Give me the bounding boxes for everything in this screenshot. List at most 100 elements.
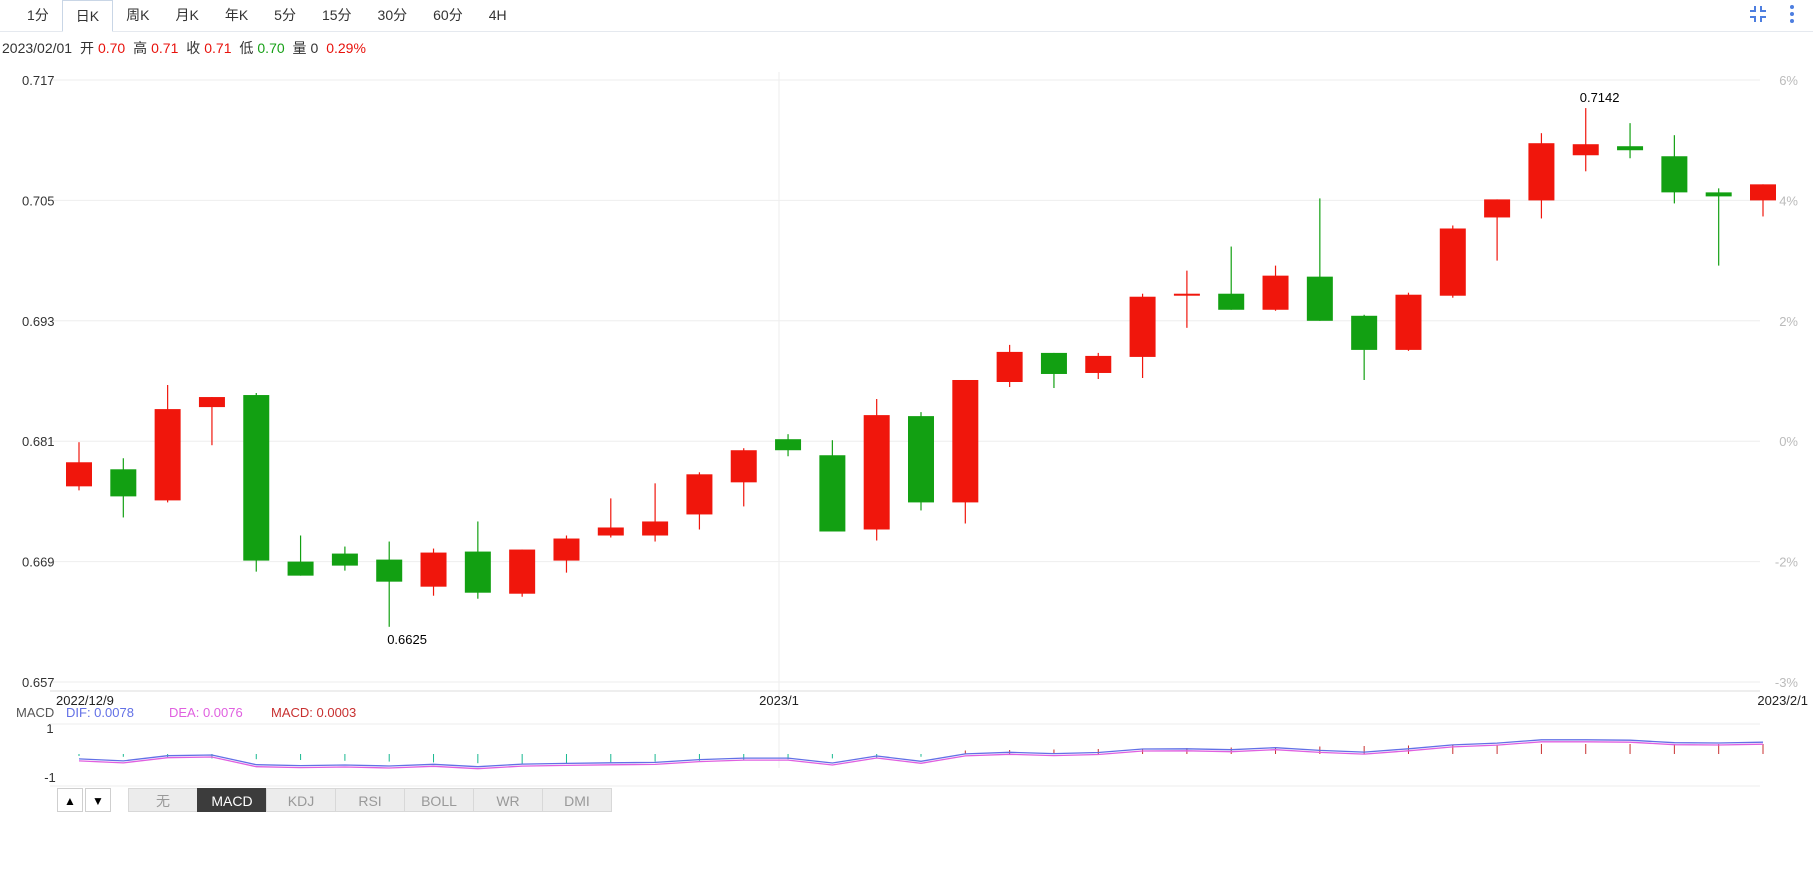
candle-body-12 <box>597 527 624 536</box>
tab-period-9[interactable]: 4H <box>476 0 520 30</box>
candle-body-20 <box>952 379 979 503</box>
candle-body-18 <box>863 415 890 530</box>
candle-body-4 <box>243 395 270 561</box>
candle-body-37 <box>1705 192 1732 197</box>
y-tick-label-3: 0.681 <box>22 434 55 449</box>
info-change-percent: 0.29% <box>326 40 366 56</box>
candle-body-32 <box>1484 199 1511 218</box>
macd-label: MACD <box>16 705 54 720</box>
candle-body-35 <box>1617 146 1644 151</box>
candle-body-24 <box>1129 296 1156 357</box>
price-chart[interactable]: 0.717 6% 0.705 4% 0.693 2% 0.681 0% 0.669 -2% 0.65… <box>0 62 1813 790</box>
macd-value-label: MACD: 0.0003 <box>271 705 356 720</box>
candle-body-36 <box>1661 156 1688 193</box>
indicator-tab-6[interactable]: DMI <box>542 788 612 812</box>
y-tick-label-4: 0.669 <box>22 555 55 570</box>
candle-body-25 <box>1173 293 1200 296</box>
indicator-tab-bar: ▲ ▼ 无 MACD KDJ RSI BOLL WR DMI <box>57 788 612 812</box>
y-tick-label-1: 0.705 <box>22 193 55 208</box>
candle-body-23 <box>1085 355 1112 373</box>
scroll-down-button[interactable]: ▼ <box>85 788 111 812</box>
candle-body-27 <box>1262 275 1289 310</box>
candle-body-13 <box>642 521 669 536</box>
candle-body-14 <box>686 474 713 515</box>
info-volume-value: 0 <box>310 40 319 56</box>
y-tick-label-0: 0.717 <box>22 73 55 88</box>
macd-dif-label: DIF: 0.0078 <box>66 705 134 720</box>
collapse-icon[interactable] <box>1747 3 1769 25</box>
right-tick-label-1: 4% <box>1779 193 1798 208</box>
info-open-label: 开 <box>79 40 94 56</box>
indicator-tab-0[interactable]: 无 <box>128 788 198 812</box>
right-tick-label-2: 2% <box>1779 314 1798 329</box>
candle-body-10 <box>509 549 536 594</box>
macd-tick-1: 1 <box>46 721 53 736</box>
candle-body-33 <box>1528 143 1555 201</box>
candle-body-22 <box>1040 352 1067 374</box>
tab-period-7[interactable]: 30分 <box>365 0 421 30</box>
candle-body-19 <box>908 416 934 503</box>
period-toolbar: 1分 日K 周K 月K 年K 5分 15分 30分 60分 4H <box>0 0 1813 32</box>
tab-period-5[interactable]: 5分 <box>261 0 309 30</box>
period-tabs: 1分 日K 周K 月K 年K 5分 15分 30分 60分 4H <box>14 0 520 32</box>
info-low-label: 低 <box>239 40 254 56</box>
candle-body-11 <box>553 538 580 561</box>
info-close-label: 收 <box>186 40 201 56</box>
max-price-label: 0.7142 <box>1580 90 1620 105</box>
candle-body-7 <box>376 559 403 582</box>
right-tick-label-4: -2% <box>1775 555 1799 570</box>
tab-period-0[interactable]: 1分 <box>14 0 62 30</box>
candle-body-26 <box>1218 293 1245 310</box>
tab-period-3[interactable]: 月K <box>162 0 211 30</box>
candle-body-9 <box>464 551 491 593</box>
candle-body-16 <box>775 439 802 451</box>
candle-body-1 <box>110 469 137 497</box>
candle-body-30 <box>1395 294 1422 350</box>
indicator-tab-1[interactable]: MACD <box>197 788 267 812</box>
tab-period-6[interactable]: 15分 <box>309 0 365 30</box>
candle-body-38 <box>1750 184 1776 201</box>
info-high-value: 0.71 <box>151 40 179 56</box>
candle-body-6 <box>331 553 358 566</box>
min-price-label: 0.6625 <box>387 632 427 647</box>
candle-body-31 <box>1439 228 1466 296</box>
info-date: 2023/02/01 <box>2 40 73 56</box>
info-low-value: 0.70 <box>257 40 285 56</box>
tab-period-1[interactable]: 日K <box>61 0 114 32</box>
more-menu-icon[interactable] <box>1781 3 1803 25</box>
tab-period-2[interactable]: 周K <box>113 0 162 30</box>
indicator-tab-2[interactable]: KDJ <box>266 788 336 812</box>
indicator-tabs: 无 MACD KDJ RSI BOLL WR DMI <box>128 788 612 812</box>
candle-body-8 <box>420 552 447 587</box>
scroll-up-button[interactable]: ▲ <box>57 788 83 812</box>
indicator-tab-4[interactable]: BOLL <box>404 788 474 812</box>
candle-body-5 <box>287 561 314 576</box>
candle-body-0 <box>66 462 92 487</box>
candle-body-17 <box>819 455 846 532</box>
y-tick-label-5: 0.657 <box>22 675 55 690</box>
x-label-mid: 2023/1 <box>759 693 799 708</box>
info-volume-label: 量 <box>292 40 307 56</box>
candle-body-15 <box>730 450 757 483</box>
x-label-end: 2023/2/1 <box>1757 693 1808 708</box>
tab-period-8[interactable]: 60分 <box>420 0 476 30</box>
info-open-value: 0.70 <box>97 40 126 56</box>
indicator-tab-3[interactable]: RSI <box>335 788 405 812</box>
candle-body-3 <box>198 397 225 408</box>
macd-tick-neg1: -1 <box>44 770 56 785</box>
toolbar-icons <box>1747 3 1803 25</box>
info-close-value: 0.71 <box>204 40 232 56</box>
macd-dea-label: DEA: 0.0076 <box>169 705 243 720</box>
tab-period-4[interactable]: 年K <box>212 0 261 30</box>
candle-body-28 <box>1306 276 1333 321</box>
ohlc-info-line: 2023/02/01 开 0.70 高 0.71 收 0.71 低 0.70 量0 0.… <box>2 38 370 58</box>
y-tick-label-2: 0.693 <box>22 314 55 329</box>
right-tick-label-3: 0% <box>1779 434 1798 449</box>
candle-body-21 <box>996 351 1023 383</box>
candle-body-34 <box>1572 144 1599 156</box>
candle-body-2 <box>154 409 181 501</box>
info-high-label: 高 <box>133 40 148 56</box>
indicator-tab-5[interactable]: WR <box>473 788 543 812</box>
candle-body-29 <box>1351 315 1378 350</box>
right-tick-label-0: 6% <box>1779 73 1798 88</box>
